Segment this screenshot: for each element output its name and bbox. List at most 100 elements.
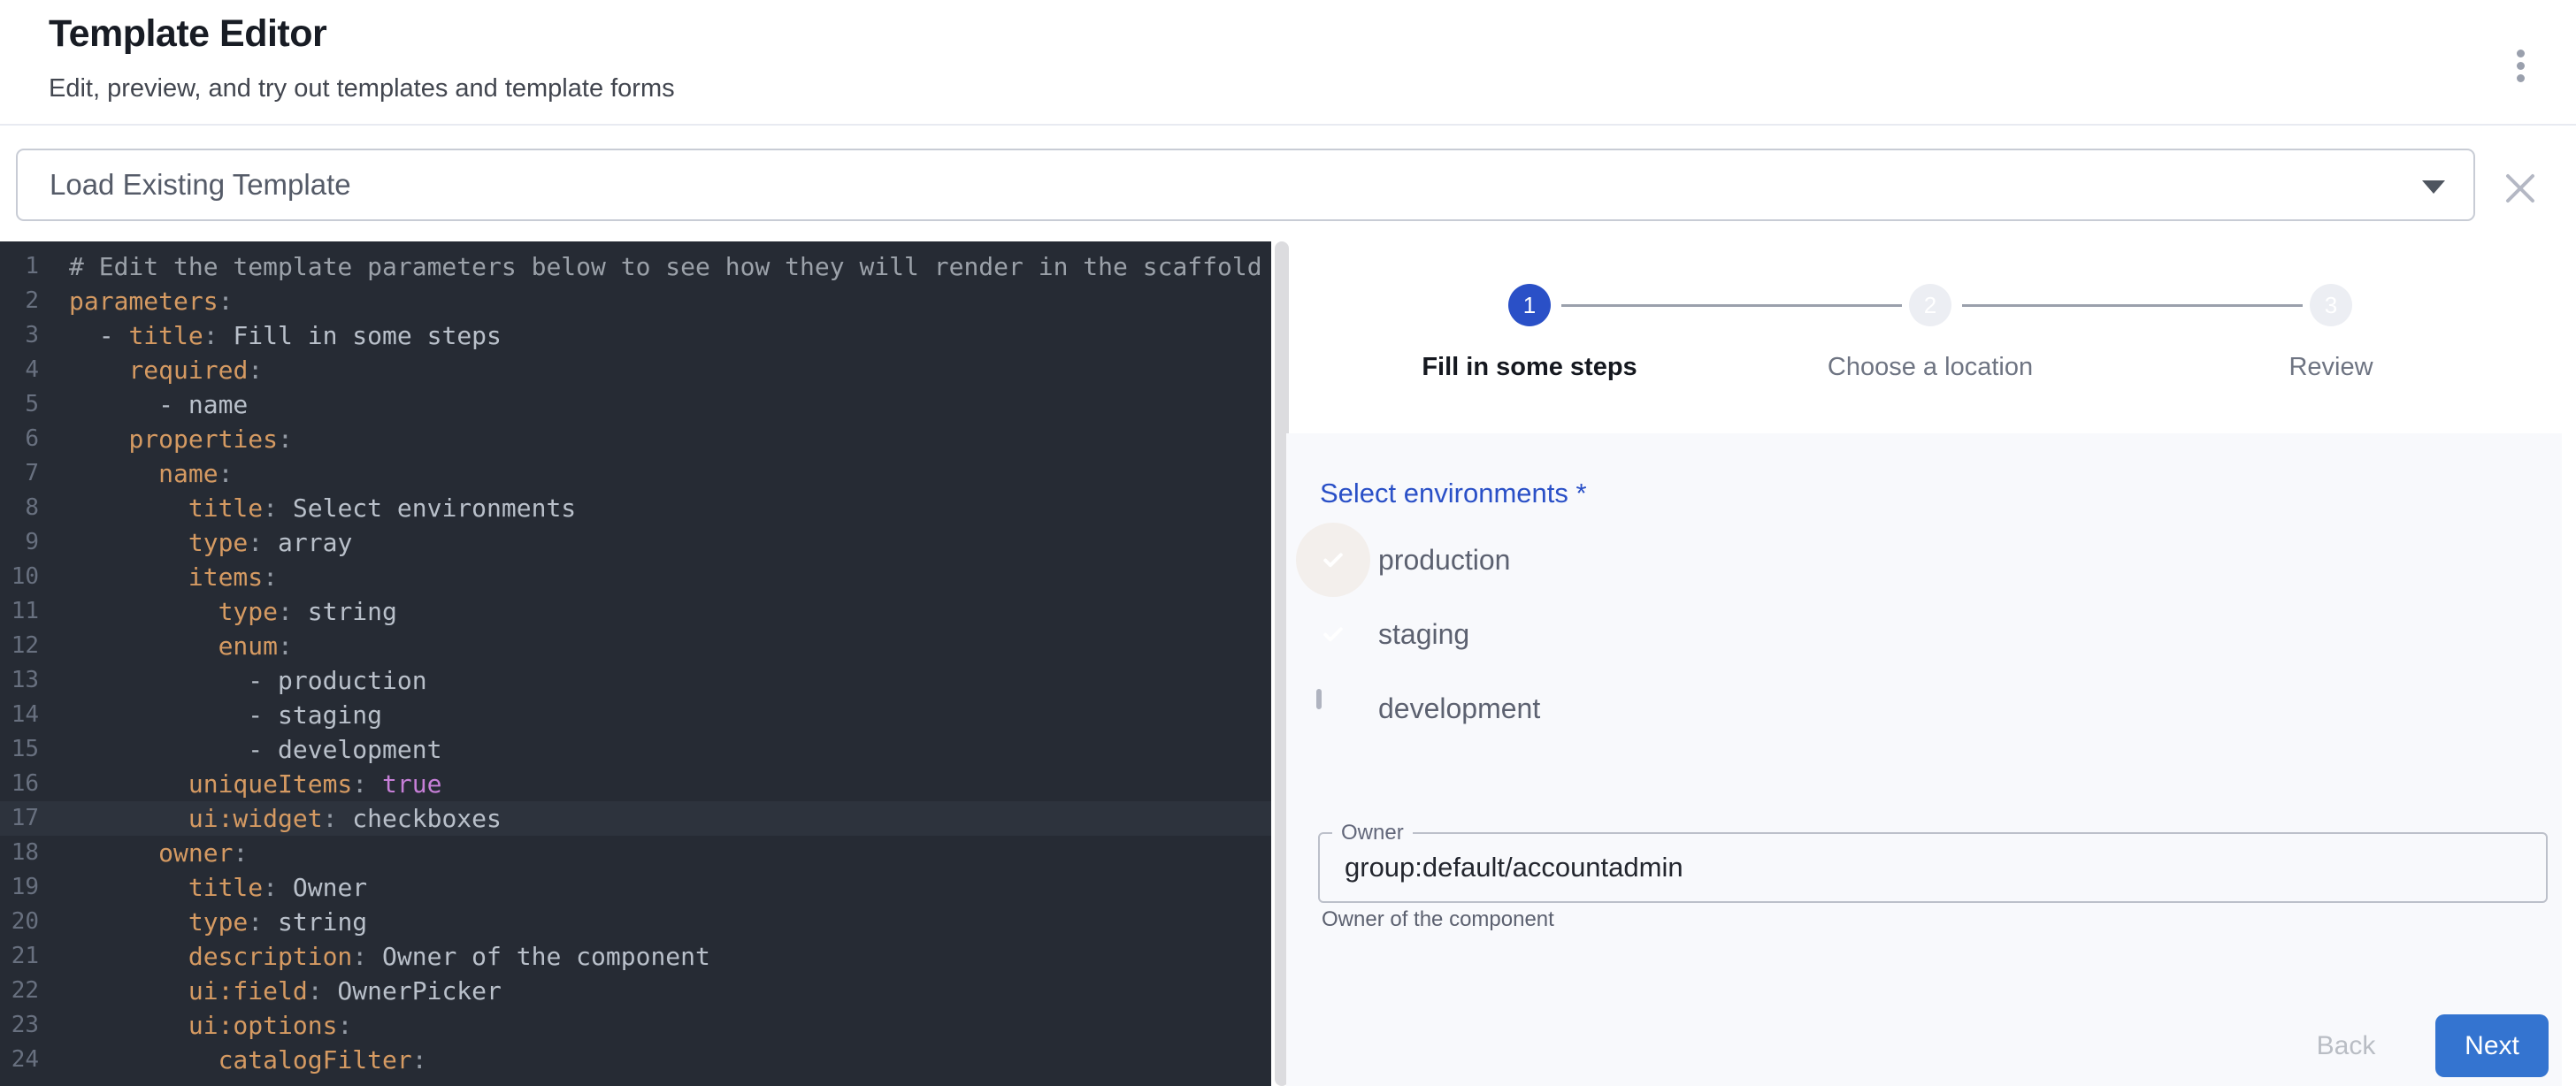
code-text: title: Owner xyxy=(39,870,367,905)
code-text: ui:widget: checkboxes xyxy=(39,801,502,836)
step-review: 3 Review xyxy=(2154,284,2508,382)
line-number: 9 xyxy=(0,525,39,560)
step-number-badge: 3 xyxy=(2310,284,2352,326)
back-button[interactable]: Back xyxy=(2293,1020,2399,1073)
line-number: 16 xyxy=(0,767,39,801)
owner-helper-text: Owner of the component xyxy=(1322,907,1554,932)
page-title: Template Editor xyxy=(49,12,326,56)
owner-input[interactable] xyxy=(1320,834,2546,901)
code-text: catalogFilter: xyxy=(39,1043,427,1077)
chevron-down-icon xyxy=(2422,180,2445,194)
code-editor[interactable]: 1# Edit the template parameters below to… xyxy=(0,241,1271,1086)
code-line[interactable]: 14 - staging xyxy=(0,698,1271,732)
close-icon xyxy=(2501,169,2540,208)
code-line[interactable]: 5 - name xyxy=(0,387,1271,422)
kebab-menu-icon xyxy=(2517,62,2525,70)
line-number: 22 xyxy=(0,974,39,1008)
checkbox-option-staging[interactable]: staging xyxy=(1316,613,1469,655)
code-line[interactable]: 13 - production xyxy=(0,663,1271,698)
line-number: 18 xyxy=(0,836,39,870)
kebab-menu-icon xyxy=(2517,50,2525,57)
code-line[interactable]: 1# Edit the template parameters below to… xyxy=(0,249,1271,284)
line-number: 14 xyxy=(0,698,39,732)
code-line[interactable]: 4 required: xyxy=(0,353,1271,387)
code-line[interactable]: 6 properties: xyxy=(0,422,1271,456)
code-line[interactable]: 11 type: string xyxy=(0,594,1271,629)
code-text: ui:options: xyxy=(39,1008,352,1043)
line-number: 4 xyxy=(0,353,39,387)
code-text: parameters: xyxy=(39,284,233,318)
code-text: name: xyxy=(39,456,233,491)
owner-field: Owner xyxy=(1318,832,2548,903)
form-paper: Select environments * production staging d… xyxy=(1286,433,2562,1086)
code-text: description: Owner of the component xyxy=(39,939,710,974)
code-text: required: xyxy=(39,353,263,387)
code-line[interactable]: 10 items: xyxy=(0,560,1271,594)
code-text: type: string xyxy=(39,905,367,939)
code-line[interactable]: 18 owner: xyxy=(0,836,1271,870)
code-line[interactable]: 3 - title: Fill in some steps xyxy=(0,318,1271,353)
code-text: title: Select environments xyxy=(39,491,576,525)
code-line[interactable]: 7 name: xyxy=(0,456,1271,491)
code-line[interactable]: 22 ui:field: OwnerPicker xyxy=(0,974,1271,1008)
next-button[interactable]: Next xyxy=(2435,1014,2549,1077)
line-number: 15 xyxy=(0,732,39,767)
step-number-badge: 1 xyxy=(1508,284,1551,326)
code-line[interactable]: 17 ui:widget: checkboxes xyxy=(0,801,1271,836)
code-text: - production xyxy=(39,663,427,698)
line-number: 21 xyxy=(0,939,39,974)
load-existing-template-value: Load Existing Template xyxy=(50,150,351,219)
line-number: 11 xyxy=(0,594,39,629)
line-number: 17 xyxy=(0,801,39,836)
code-text: # Edit the template parameters below to … xyxy=(39,249,1262,284)
code-line[interactable]: 12 enum: xyxy=(0,629,1271,663)
step-label: Choose a location xyxy=(1753,353,2107,382)
checkbox-label: production xyxy=(1378,544,1510,577)
line-number: 20 xyxy=(0,905,39,939)
line-number: 6 xyxy=(0,422,39,456)
code-line[interactable]: 2parameters: xyxy=(0,284,1271,318)
code-line[interactable]: 20 type: string xyxy=(0,905,1271,939)
code-line[interactable]: 8 title: Select environments xyxy=(0,491,1271,525)
kebab-menu-icon xyxy=(2517,74,2525,82)
code-line[interactable]: 15 - development xyxy=(0,732,1271,767)
code-text: - title: Fill in some steps xyxy=(39,318,502,353)
step-choose-a-location: 2 Choose a location xyxy=(1753,284,2107,382)
code-text: owner: xyxy=(39,836,248,870)
code-line[interactable]: 19 title: Owner xyxy=(0,870,1271,905)
step-label: Fill in some steps xyxy=(1353,353,1706,382)
code-line[interactable]: 23 ui:options: xyxy=(0,1008,1271,1043)
code-line[interactable]: 16 uniqueItems: true xyxy=(0,767,1271,801)
code-line[interactable]: 9 type: array xyxy=(0,525,1271,560)
load-existing-template-select[interactable]: Load Existing Template xyxy=(16,149,2475,221)
line-number: 3 xyxy=(0,318,39,353)
line-number: 13 xyxy=(0,663,39,698)
code-text: uniqueItems: true xyxy=(39,767,441,801)
step-number-badge: 2 xyxy=(1909,284,1951,326)
checkbox-option-production[interactable]: production xyxy=(1316,539,1510,581)
checkbox-option-development[interactable]: development xyxy=(1316,687,1540,730)
line-number: 5 xyxy=(0,387,39,422)
code-text: type: string xyxy=(39,594,397,629)
code-text: items: xyxy=(39,560,278,594)
line-number: 2 xyxy=(0,284,39,318)
code-text: type: array xyxy=(39,525,352,560)
code-text: - development xyxy=(39,732,441,767)
header-divider xyxy=(0,124,2576,126)
line-number: 1 xyxy=(0,249,39,284)
close-button[interactable] xyxy=(2501,169,2540,208)
environments-label: Select environments * xyxy=(1320,478,1587,509)
code-text: - staging xyxy=(39,698,382,732)
checkbox-unchecked-icon xyxy=(1316,689,1322,709)
checkbox-label: staging xyxy=(1378,618,1469,651)
code-text: - name xyxy=(39,387,248,422)
code-line[interactable]: 21 description: Owner of the component xyxy=(0,939,1271,974)
line-number: 8 xyxy=(0,491,39,525)
line-number: 24 xyxy=(0,1043,39,1077)
code-text: properties: xyxy=(39,422,293,456)
code-line[interactable]: 24 catalogFilter: xyxy=(0,1043,1271,1077)
more-options-button[interactable] xyxy=(2503,41,2537,90)
checkbox-label: development xyxy=(1378,692,1540,725)
code-text: enum: xyxy=(39,629,293,663)
page-subtitle: Edit, preview, and try out templates and… xyxy=(49,74,675,103)
